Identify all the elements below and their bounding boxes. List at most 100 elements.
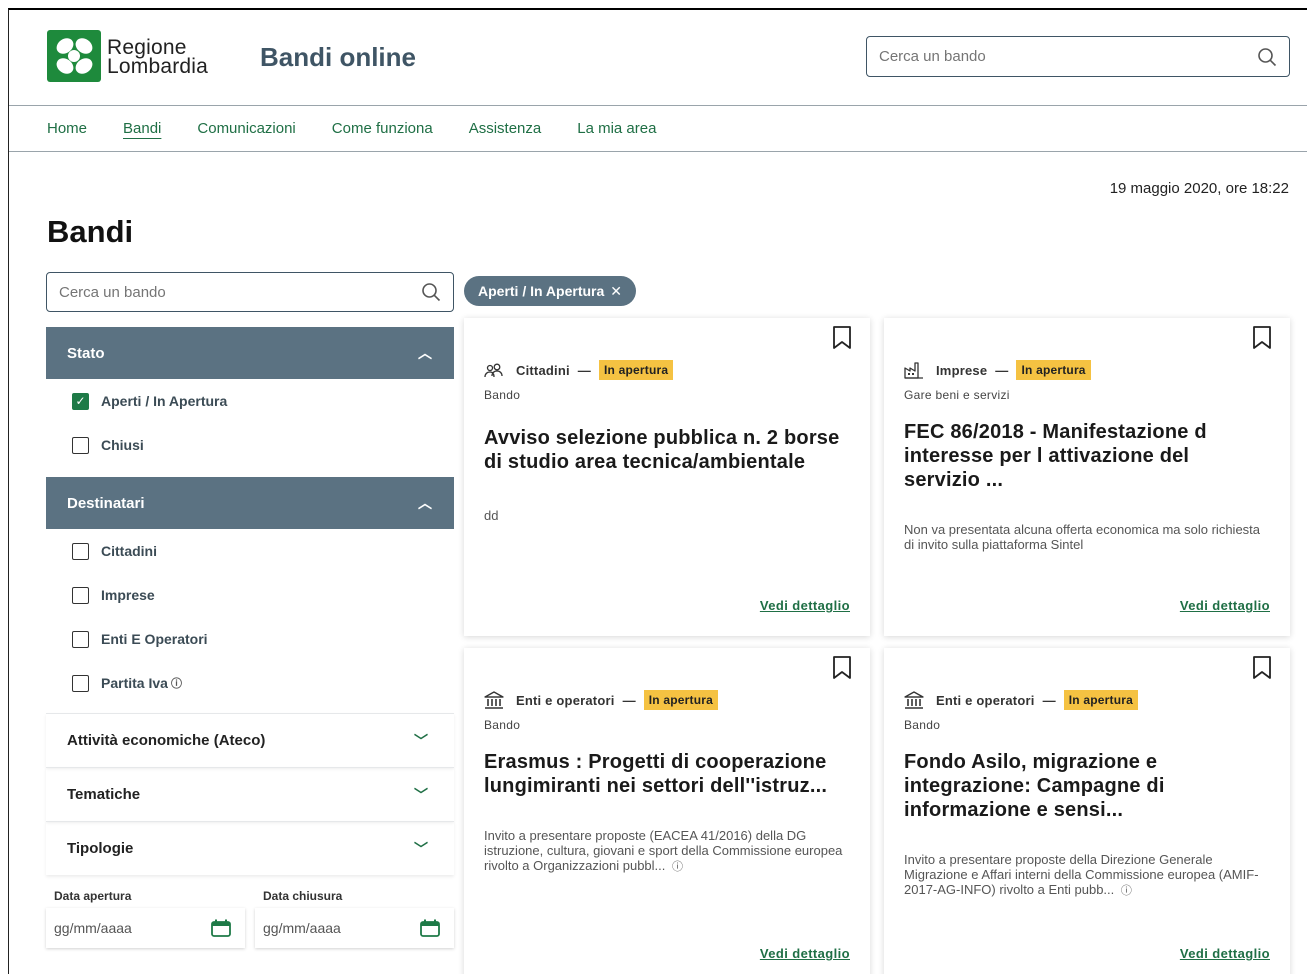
card-title[interactable]: Fondo Asilo, migrazione e integrazione: … xyxy=(904,750,1270,822)
nav-bandi[interactable]: Bandi xyxy=(123,120,161,137)
bando-card[interactable]: Imprese — In apertura Gare beni e serviz… xyxy=(884,318,1290,636)
filter-tematiche-header[interactable]: Tematiche ﹀ xyxy=(46,767,454,821)
search-icon[interactable] xyxy=(1257,47,1277,67)
separator: — xyxy=(577,362,591,378)
card-target: Enti e operatori xyxy=(516,692,615,708)
info-icon[interactable]: ⓘ xyxy=(171,675,182,691)
filter-option-cittadini[interactable]: Cittadini xyxy=(46,529,454,573)
info-icon[interactable]: ⓘ xyxy=(1121,885,1132,897)
card-description: dd xyxy=(484,508,499,523)
brand-name[interactable]: Regione Lombardia xyxy=(107,37,209,78)
page-title: Bandi xyxy=(47,214,134,249)
checkbox-icon[interactable] xyxy=(72,586,89,604)
card-description-text: Invito a presentare proposte della Direz… xyxy=(904,852,1259,897)
filter-option-imprese[interactable]: Imprese xyxy=(46,573,454,617)
bookmark-icon[interactable] xyxy=(1252,656,1272,680)
institution-icon xyxy=(904,691,924,709)
card-title[interactable]: Avviso selezione pubblica n. 2 borse di … xyxy=(484,426,850,474)
checkbox-icon[interactable] xyxy=(72,674,89,692)
card-description: Invito a presentare proposte della Direz… xyxy=(904,852,1270,899)
date-close-input[interactable]: gg/mm/aaaa xyxy=(255,908,454,948)
date-filters: Data apertura gg/mm/aaaa Data chiusura g… xyxy=(46,889,454,948)
card-meta: Enti e operatori — In apertura xyxy=(904,690,1270,710)
date-open-label: Data apertura xyxy=(54,889,132,903)
filter-ateco-header[interactable]: Attività economiche (Ateco) ﹀ xyxy=(46,713,454,767)
separator: — xyxy=(622,692,636,708)
nav-comunicazioni[interactable]: Comunicazioni xyxy=(197,120,295,137)
calendar-icon[interactable] xyxy=(420,919,440,937)
bookmark-icon[interactable] xyxy=(832,656,852,680)
chevron-down-icon: ﹀ xyxy=(414,840,428,857)
card-target: Enti e operatori xyxy=(936,692,1035,708)
bookmark-icon[interactable] xyxy=(1252,326,1272,350)
nav-come-funziona[interactable]: Come funziona xyxy=(332,120,433,137)
checkbox-icon[interactable] xyxy=(72,542,89,560)
card-target: Imprese xyxy=(936,362,988,378)
active-filter-chip[interactable]: Aperti / In Apertura ✕ xyxy=(464,276,637,306)
filter-option-label: Imprese xyxy=(101,587,155,603)
chevron-up-icon: ︿ xyxy=(418,345,432,361)
card-title[interactable]: Erasmus : Progetti di cooperazione lungi… xyxy=(484,750,850,798)
status-badge: In apertura xyxy=(599,360,674,380)
site-header: Regione Lombardia Bandi online xyxy=(9,10,1307,106)
filter-tipologie-title: Tipologie xyxy=(67,840,134,857)
nav-home[interactable]: Home xyxy=(47,120,87,137)
header-search-input[interactable] xyxy=(879,48,1257,65)
checkbox-icon[interactable] xyxy=(72,630,89,648)
card-meta: Imprese — In apertura xyxy=(904,360,1270,380)
card-description: Invito a presentare proposte (EACEA 41/2… xyxy=(484,828,850,875)
filter-ateco-title: Attività economiche (Ateco) xyxy=(67,732,266,749)
sidebar-search-box xyxy=(46,272,454,312)
bookmark-icon[interactable] xyxy=(832,326,852,350)
card-title[interactable]: FEC 86/2018 - Manifestazione d interesse… xyxy=(904,420,1270,492)
date-open-input[interactable]: gg/mm/aaaa xyxy=(46,908,245,948)
card-kind: Bando xyxy=(484,388,521,402)
bando-card[interactable]: Enti e operatori — In apertura Bando Era… xyxy=(464,648,870,974)
nav-la-mia-area[interactable]: La mia area xyxy=(577,120,656,137)
search-icon[interactable] xyxy=(421,282,441,302)
filter-stato-header[interactable]: Stato ︿ xyxy=(46,327,454,379)
chip-label: Aperti / In Apertura xyxy=(478,283,605,299)
site-title[interactable]: Bandi online xyxy=(260,42,416,73)
nav-assistenza[interactable]: Assistenza xyxy=(469,120,542,137)
people-icon xyxy=(484,363,503,378)
filter-sidebar: Stato ︿ ✓ Aperti / In Apertura Chiusi De… xyxy=(46,272,454,948)
checkbox-icon[interactable] xyxy=(72,436,89,454)
filter-option-aperti[interactable]: ✓ Aperti / In Apertura xyxy=(46,379,454,423)
close-icon[interactable]: ✕ xyxy=(610,283,622,300)
filter-option-chiusi[interactable]: Chiusi xyxy=(46,423,454,467)
vedi-dettaglio-link[interactable]: Vedi dettaglio xyxy=(1180,598,1270,613)
regione-lombardia-logo-icon[interactable] xyxy=(47,30,101,82)
filter-destinatari-title: Destinatari xyxy=(67,494,145,512)
chevron-up-icon: ︿ xyxy=(418,495,432,511)
header-search-box xyxy=(866,36,1290,77)
vedi-dettaglio-link[interactable]: Vedi dettaglio xyxy=(760,946,850,961)
filter-tematiche-title: Tematiche xyxy=(67,786,141,803)
date-open-placeholder: gg/mm/aaaa xyxy=(54,920,132,936)
last-update-timestamp: 19 maggio 2020, ore 18:22 xyxy=(1109,180,1289,197)
vedi-dettaglio-link[interactable]: Vedi dettaglio xyxy=(760,598,850,613)
sidebar-search-input[interactable] xyxy=(59,283,421,301)
filter-tipologie-header[interactable]: Tipologie ﹀ xyxy=(46,821,454,875)
checkbox-checked-icon[interactable]: ✓ xyxy=(72,392,89,410)
status-badge: In apertura xyxy=(643,690,718,710)
filter-destinatari-header[interactable]: Destinatari ︿ xyxy=(46,477,454,529)
card-kind: Bando xyxy=(904,718,941,732)
card-description: Non va presentata alcuna offerta economi… xyxy=(904,522,1261,552)
vedi-dettaglio-link[interactable]: Vedi dettaglio xyxy=(1180,946,1270,961)
bando-card[interactable]: Enti e operatori — In apertura Bando Fon… xyxy=(884,648,1290,974)
calendar-icon[interactable] xyxy=(211,919,231,937)
filter-option-enti[interactable]: Enti E Operatori xyxy=(46,617,454,661)
filter-option-partita-iva[interactable]: Partita Iva ⓘ xyxy=(46,661,454,705)
separator: — xyxy=(1042,692,1056,708)
info-icon[interactable]: ⓘ xyxy=(672,861,683,873)
bando-card[interactable]: Cittadini — In apertura Bando Avviso sel… xyxy=(464,318,870,636)
chevron-down-icon: ﹀ xyxy=(414,786,428,803)
date-open-group: Data apertura gg/mm/aaaa xyxy=(46,889,245,948)
filter-stato-title: Stato xyxy=(67,344,105,362)
card-meta: Cittadini — In apertura xyxy=(484,360,850,380)
brand-line-2: Lombardia xyxy=(107,55,209,78)
browser-page: Regione Lombardia Bandi online Home Band… xyxy=(8,8,1307,974)
card-meta: Enti e operatori — In apertura xyxy=(484,690,850,710)
card-kind: Gare beni e servizi xyxy=(904,388,1010,402)
